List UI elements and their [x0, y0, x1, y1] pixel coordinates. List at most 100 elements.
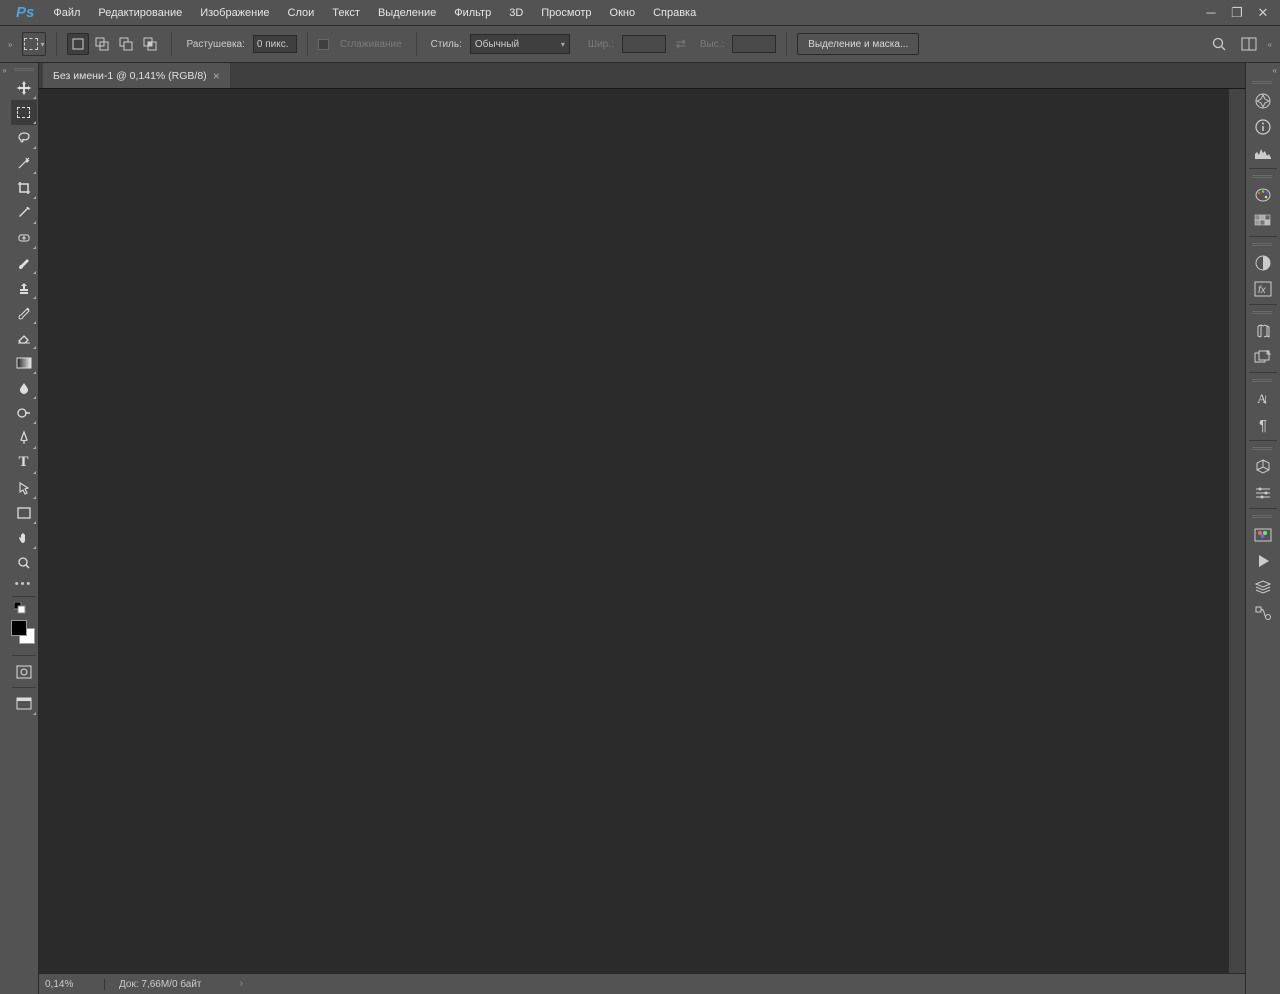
document-tabs: Без имени-1 @ 0,141% (RGB/8) ×	[39, 63, 1245, 89]
menu-select[interactable]: Выделение	[369, 2, 445, 24]
tab-title: Без имени-1 @ 0,141% (RGB/8)	[53, 70, 207, 82]
eraser-tool[interactable]	[11, 325, 37, 350]
menu-bar: Ps Файл Редактирование Изображение Слои …	[0, 0, 1280, 26]
color-panel[interactable]	[1248, 182, 1278, 208]
eyedropper-tool[interactable]	[11, 200, 37, 225]
libraries-panel[interactable]	[1248, 318, 1278, 344]
lasso-tool[interactable]	[11, 125, 37, 150]
canvas[interactable]	[39, 89, 1245, 973]
rectangle-tool[interactable]	[11, 500, 37, 525]
tools-grip[interactable]	[9, 65, 38, 73]
panel-grip[interactable]	[1252, 81, 1274, 84]
gradient-tool[interactable]	[11, 350, 37, 375]
character-panel[interactable]: A|	[1248, 386, 1278, 412]
options-expand-icon[interactable]: «	[1268, 40, 1272, 49]
actions-panel[interactable]	[1248, 548, 1278, 574]
quick-mask-toggle[interactable]	[11, 659, 37, 684]
brush-tool[interactable]	[11, 250, 37, 275]
default-colors-button[interactable]	[11, 600, 37, 616]
width-input	[622, 35, 666, 53]
magic-wand-tool[interactable]	[11, 150, 37, 175]
healing-brush-tool[interactable]	[11, 225, 37, 250]
arrange-documents-icon[interactable]	[1238, 33, 1260, 55]
panel-grip[interactable]	[1252, 311, 1274, 314]
panel-grip[interactable]	[1252, 379, 1274, 382]
histogram-panel[interactable]	[1248, 140, 1278, 166]
menu-view[interactable]: Просмотр	[532, 2, 600, 24]
document-size-label: Док: 7,66M/0 байт	[105, 979, 216, 990]
channels-panel[interactable]	[1248, 522, 1278, 548]
menu-file[interactable]: Файл	[44, 2, 89, 24]
minimize-button[interactable]: ─	[1200, 4, 1222, 22]
status-bar: 0,14% Док: 7,66M/0 байт ›	[39, 973, 1245, 994]
pen-tool[interactable]	[11, 425, 37, 450]
dodge-tool[interactable]	[11, 400, 37, 425]
history-brush-tool[interactable]	[11, 300, 37, 325]
close-tab-icon[interactable]: ×	[213, 69, 220, 83]
app-logo: Ps	[6, 4, 44, 21]
tools-panel: T •••	[9, 63, 39, 994]
layer-comps-panel[interactable]	[1248, 344, 1278, 370]
menu-layer[interactable]: Слои	[279, 2, 324, 24]
divider	[786, 32, 787, 56]
document-tab[interactable]: Без имени-1 @ 0,141% (RGB/8) ×	[43, 63, 230, 88]
width-label: Шир.:	[588, 39, 614, 50]
menu-help[interactable]: Справка	[644, 2, 705, 24]
zoom-level[interactable]: 0,14%	[39, 979, 105, 990]
navigator-panel[interactable]	[1248, 88, 1278, 114]
menu-window[interactable]: Окно	[601, 2, 645, 24]
properties-panel[interactable]	[1248, 480, 1278, 506]
expand-arrows-icon[interactable]: »	[2, 66, 6, 75]
intersect-selection-button[interactable]	[139, 33, 161, 55]
options-grip-icon[interactable]: »	[8, 40, 12, 49]
screen-mode-toggle[interactable]	[11, 691, 37, 716]
crop-tool[interactable]	[11, 175, 37, 200]
paths-panel[interactable]	[1248, 600, 1278, 626]
style-label: Стиль:	[431, 39, 462, 50]
add-selection-button[interactable]	[91, 33, 113, 55]
close-button[interactable]: ✕	[1252, 4, 1274, 22]
adjustments-panel[interactable]	[1248, 250, 1278, 276]
menu-3d[interactable]: 3D	[500, 2, 532, 24]
foreground-color[interactable]	[11, 620, 27, 636]
move-tool[interactable]	[11, 75, 37, 100]
panel-grip[interactable]	[1252, 243, 1274, 246]
tool-preset-picker[interactable]: ▾	[22, 32, 46, 56]
swatches-panel[interactable]	[1248, 208, 1278, 234]
panel-grip[interactable]	[1252, 515, 1274, 518]
left-gutter: »	[0, 63, 9, 994]
style-select[interactable]: Обычный ▾	[470, 34, 570, 54]
menu-edit[interactable]: Редактирование	[89, 2, 191, 24]
type-tool[interactable]: T	[11, 450, 37, 475]
divider	[307, 32, 308, 56]
edit-toolbar-button[interactable]: •••	[11, 575, 37, 593]
status-menu-icon[interactable]: ›	[240, 978, 244, 990]
path-select-tool[interactable]	[11, 475, 37, 500]
maximize-button[interactable]: ❐	[1226, 4, 1248, 22]
3d-panel[interactable]	[1248, 454, 1278, 480]
menu-type[interactable]: Текст	[323, 2, 369, 24]
hand-tool[interactable]	[11, 525, 37, 550]
select-and-mask-button[interactable]: Выделение и маска...	[797, 33, 919, 55]
marquee-icon	[24, 38, 38, 50]
feather-input[interactable]	[253, 35, 297, 53]
info-panel[interactable]	[1248, 114, 1278, 140]
zoom-tool[interactable]	[11, 550, 37, 575]
blur-tool[interactable]	[11, 375, 37, 400]
new-selection-button[interactable]	[67, 33, 89, 55]
collapse-panels-icon[interactable]: «	[1246, 63, 1280, 77]
subtract-selection-button[interactable]	[115, 33, 137, 55]
search-icon[interactable]	[1208, 33, 1230, 55]
layers-panel[interactable]	[1248, 574, 1278, 600]
height-label: Выс.:	[700, 39, 724, 50]
menu-filter[interactable]: Фильтр	[445, 2, 500, 24]
panel-grip[interactable]	[1252, 447, 1274, 450]
marquee-tool[interactable]	[11, 100, 37, 125]
color-swatches[interactable]	[9, 618, 39, 652]
clone-stamp-tool[interactable]	[11, 275, 37, 300]
styles-panel[interactable]: fx	[1248, 276, 1278, 302]
vertical-scrollbar[interactable]	[1229, 89, 1245, 973]
paragraph-panel[interactable]: ¶	[1248, 412, 1278, 438]
menu-image[interactable]: Изображение	[191, 2, 278, 24]
panel-grip[interactable]	[1252, 175, 1274, 178]
